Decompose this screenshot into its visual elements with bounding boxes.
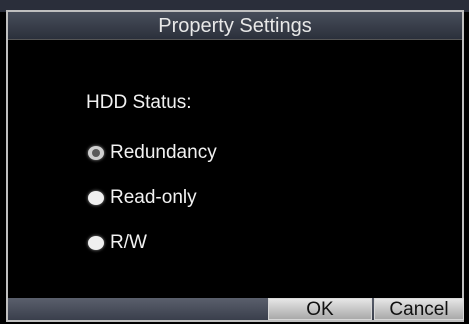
ok-button[interactable]: OK bbox=[268, 298, 372, 320]
radio-label-read-only: Read-only bbox=[110, 187, 197, 208]
radio-option-rw[interactable]: R/W bbox=[88, 230, 147, 256]
radio-button-selected-icon[interactable] bbox=[88, 146, 104, 160]
radio-option-redundancy[interactable]: Redundancy bbox=[88, 140, 217, 166]
hdd-status-label: HDD Status: bbox=[86, 92, 192, 113]
radio-button-icon[interactable] bbox=[88, 191, 104, 205]
cancel-button[interactable]: Cancel bbox=[374, 298, 464, 320]
radio-label-rw: R/W bbox=[110, 232, 147, 253]
property-settings-dialog: Property Settings HDD Status: Redundancy… bbox=[6, 10, 464, 322]
radio-label-redundancy: Redundancy bbox=[110, 142, 217, 163]
dialog-title: Property Settings bbox=[8, 12, 462, 40]
dialog-footer: OK Cancel bbox=[8, 298, 464, 320]
radio-button-icon[interactable] bbox=[88, 236, 104, 250]
radio-option-read-only[interactable]: Read-only bbox=[88, 185, 197, 211]
